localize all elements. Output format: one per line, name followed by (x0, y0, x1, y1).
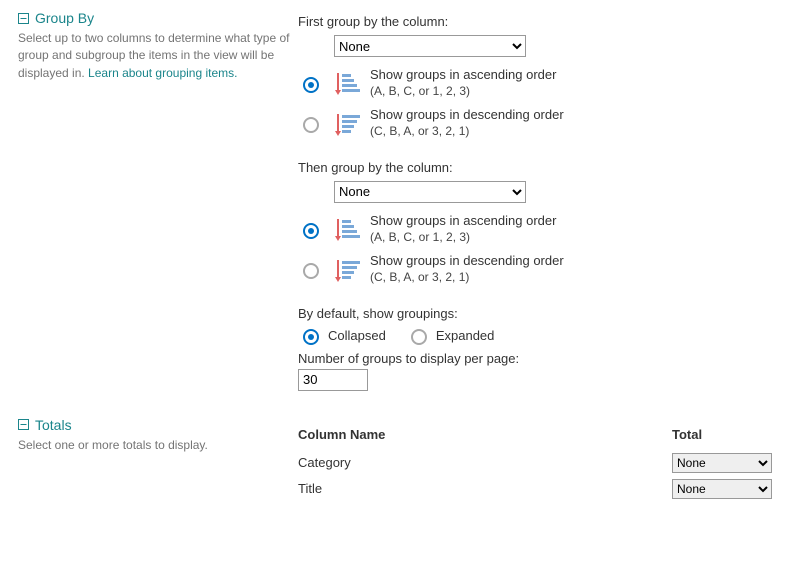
then-group-label: Then group by the column: (298, 160, 782, 175)
per-page-block: Number of groups to display per page: (298, 351, 782, 391)
sort-desc-icon (332, 110, 360, 138)
totals-head-total: Total (672, 427, 782, 442)
collapsed-label: Collapsed (328, 328, 386, 343)
first-group-block: First group by the column: None (298, 14, 782, 144)
sort-asc-icon (332, 215, 360, 243)
totals-left: Totals Select one or more totals to disp… (18, 417, 298, 454)
then-desc-radio[interactable] (303, 263, 319, 279)
then-group-select[interactable]: None (334, 181, 526, 203)
then-asc-text: Show groups in ascending order (A, B, C,… (370, 213, 556, 245)
totals-row-select[interactable]: None (672, 479, 772, 499)
then-asc-radio[interactable] (303, 223, 319, 239)
first-asc-radio[interactable] (303, 77, 319, 93)
then-asc-row: Show groups in ascending order (A, B, C,… (298, 209, 782, 249)
totals-row: Title None (298, 476, 782, 502)
first-desc-text: Show groups in descending order (C, B, A… (370, 107, 564, 139)
expanded-label: Expanded (436, 328, 495, 343)
default-show-label: By default, show groupings: (298, 306, 782, 321)
learn-grouping-link[interactable]: Learn about grouping items. (88, 66, 237, 80)
default-show-block: By default, show groupings: Collapsed Ex… (298, 306, 782, 345)
group-by-help: Select up to two columns to determine wh… (18, 30, 298, 82)
totals-help: Select one or more totals to display. (18, 437, 298, 454)
then-desc-row: Show groups in descending order (C, B, A… (298, 249, 782, 289)
group-by-header[interactable]: Group By (18, 10, 298, 26)
first-group-select[interactable]: None (334, 35, 526, 57)
totals-right: Column Name Total Category None Title No… (298, 417, 782, 502)
minus-square-icon (18, 13, 29, 24)
collapsed-radio[interactable] (303, 329, 319, 345)
sort-desc-icon (332, 256, 360, 284)
first-asc-text: Show groups in ascending order (A, B, C,… (370, 67, 556, 99)
sort-asc-icon (332, 69, 360, 97)
per-page-label: Number of groups to display per page: (298, 351, 782, 366)
minus-square-icon (18, 419, 29, 430)
first-desc-radio[interactable] (303, 117, 319, 133)
totals-row: Category None (298, 450, 782, 476)
totals-title: Totals (35, 417, 72, 433)
per-page-input[interactable] (298, 369, 368, 391)
group-by-right: First group by the column: None (298, 10, 782, 407)
then-group-block: Then group by the column: None (298, 160, 782, 290)
totals-header[interactable]: Totals (18, 417, 298, 433)
group-by-title: Group By (35, 10, 94, 26)
group-by-section: Group By Select up to two columns to det… (0, 0, 800, 407)
totals-section: Totals Select one or more totals to disp… (0, 407, 800, 502)
first-desc-row: Show groups in descending order (C, B, A… (298, 103, 782, 143)
totals-row-name: Title (298, 481, 672, 496)
totals-row-name: Category (298, 455, 672, 470)
group-by-left: Group By Select up to two columns to det… (18, 10, 298, 82)
totals-row-select[interactable]: None (672, 453, 772, 473)
then-desc-text: Show groups in descending order (C, B, A… (370, 253, 564, 285)
totals-head-name: Column Name (298, 427, 672, 442)
default-show-group: Collapsed Expanded (298, 326, 782, 345)
first-asc-row: Show groups in ascending order (A, B, C,… (298, 63, 782, 103)
expanded-radio[interactable] (411, 329, 427, 345)
first-group-label: First group by the column: (298, 14, 782, 29)
totals-head-row: Column Name Total (298, 427, 782, 442)
